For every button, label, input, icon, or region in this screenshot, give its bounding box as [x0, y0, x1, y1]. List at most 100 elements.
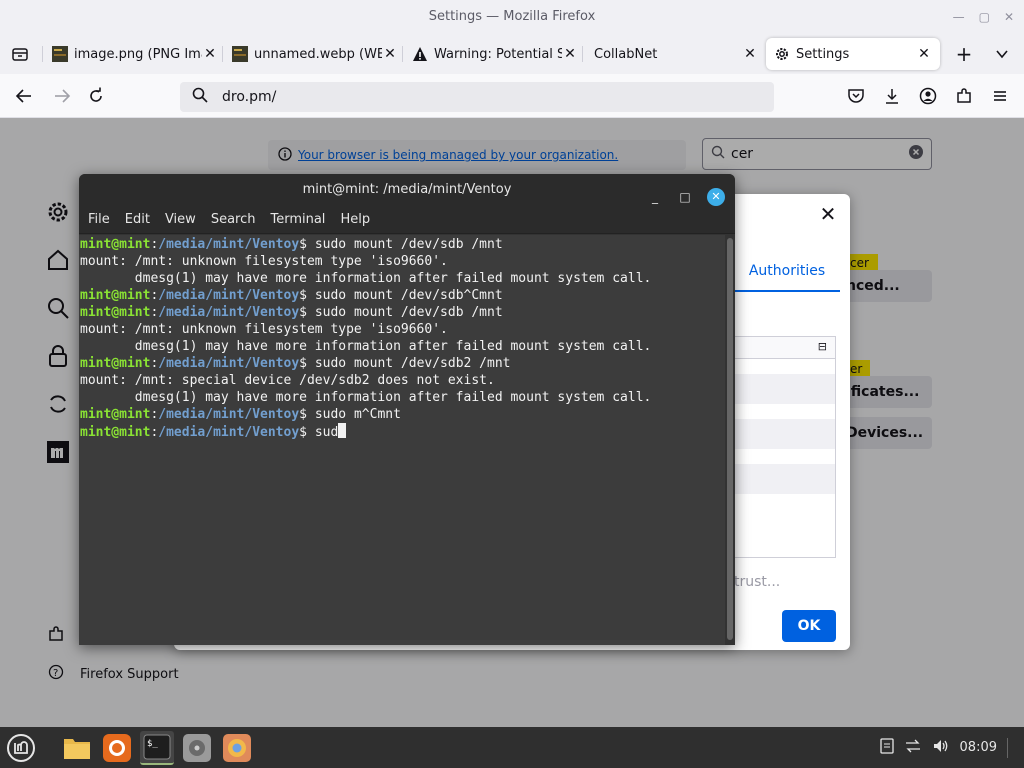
- ok-button[interactable]: OK: [782, 610, 836, 642]
- menu-view[interactable]: View: [165, 212, 196, 227]
- terminal-line: mint@mint:/media/mint/Ventoy$ sudo mount…: [80, 356, 511, 371]
- table-row[interactable]: [734, 374, 835, 404]
- firefox-icon[interactable]: [100, 731, 134, 765]
- menu-help[interactable]: Help: [340, 212, 370, 227]
- gear-icon: [774, 46, 790, 62]
- terminal-titlebar[interactable]: mint@mint: /media/mint/Ventoy _ □ ✕: [79, 174, 735, 206]
- certificate-tree[interactable]: ⊟: [734, 336, 836, 558]
- terminal-line: dmesg(1) may have more information after…: [80, 389, 724, 406]
- warning-icon: [412, 46, 428, 62]
- tab-label: Warning: Potential S: [434, 46, 562, 62]
- back-icon[interactable]: [12, 84, 36, 108]
- output-text: mount: /mnt: special device /dev/sdb2 do…: [80, 373, 495, 388]
- close-icon[interactable]: ✕: [916, 46, 932, 62]
- menu-icon[interactable]: [988, 84, 1012, 108]
- prompt-user: mint@mint: [80, 356, 151, 371]
- command-text: sud: [307, 425, 339, 440]
- account-icon[interactable]: [916, 84, 940, 108]
- chevron-down-icon[interactable]: [990, 42, 1014, 66]
- tab-label: image.png (PNG Ima: [74, 46, 202, 62]
- new-tab-icon[interactable]: +: [952, 42, 976, 66]
- command-text: sudo mount /dev/sdb2 /mnt: [307, 356, 511, 371]
- maximize-icon[interactable]: □: [677, 181, 693, 213]
- prompt-user: mint@mint: [80, 305, 151, 320]
- url-bar[interactable]: dro.pm/: [180, 82, 774, 112]
- output-text: dmesg(1) may have more information after…: [80, 339, 652, 354]
- command-text: sudo mount /dev/sdb /mnt: [307, 305, 503, 320]
- prompt-path: /media/mint/Ventoy: [158, 425, 300, 440]
- terminal-line: mint@mint:/media/mint/Ventoy$ sudo mount…: [80, 288, 503, 303]
- terminal-line: mint@mint:/media/mint/Ventoy$ sudo m^Cmn…: [80, 407, 401, 422]
- prompt-path: /media/mint/Ventoy: [158, 305, 300, 320]
- volume-icon[interactable]: [932, 738, 950, 758]
- table-row[interactable]: [734, 464, 835, 494]
- tab-unnamed-webp[interactable]: unnamed.webp (WE ✕: [232, 38, 398, 70]
- terminal-line: mint@mint:/media/mint/Ventoy$ sudo mount…: [80, 237, 503, 252]
- window-title: Settings — Mozilla Firefox: [0, 0, 1024, 34]
- menu-terminal[interactable]: Terminal: [270, 212, 325, 227]
- reload-icon[interactable]: [84, 84, 108, 108]
- close-icon[interactable]: ✕: [1004, 10, 1014, 24]
- close-icon[interactable]: ✕: [382, 46, 398, 62]
- terminal-window: mint@mint: /media/mint/Ventoy _ □ ✕ File…: [79, 174, 735, 645]
- menu-edit[interactable]: Edit: [125, 212, 150, 227]
- terminal-title: mint@mint: /media/mint/Ventoy: [302, 182, 512, 197]
- notes-icon[interactable]: [879, 737, 894, 758]
- pocket-icon[interactable]: [844, 84, 868, 108]
- tab-warning[interactable]: Warning: Potential S ✕: [412, 38, 578, 70]
- svg-text:$_: $_: [147, 739, 158, 749]
- close-icon[interactable]: ✕: [707, 188, 725, 206]
- tab-label: unnamed.webp (WE: [254, 46, 382, 62]
- files-icon[interactable]: [60, 731, 94, 765]
- mint-menu-icon[interactable]: [4, 731, 38, 765]
- chromium-icon[interactable]: [220, 731, 254, 765]
- tab-overview-icon[interactable]: [8, 42, 32, 66]
- extensions-icon[interactable]: [952, 84, 976, 108]
- disks-icon[interactable]: [180, 731, 214, 765]
- edit-trust-button[interactable]: trust...: [734, 574, 780, 590]
- terminal-line: dmesg(1) may have more information after…: [80, 338, 724, 355]
- command-text: sudo m^Cmnt: [307, 407, 401, 422]
- minimize-icon[interactable]: —: [953, 10, 965, 24]
- close-icon[interactable]: ✕: [742, 46, 758, 62]
- prompt-path: /media/mint/Ventoy: [158, 356, 300, 371]
- menu-search[interactable]: Search: [211, 212, 256, 227]
- table-row[interactable]: [734, 419, 835, 449]
- image-icon: [232, 46, 248, 62]
- terminal-output[interactable]: mint@mint:/media/mint/Ventoy$ sudo mount…: [79, 235, 725, 645]
- tab-label: CollabNet: [594, 46, 658, 62]
- close-icon[interactable]: ✕: [562, 46, 578, 62]
- show-desktop[interactable]: [1007, 737, 1008, 758]
- network-icon[interactable]: [904, 738, 922, 758]
- column-picker-icon[interactable]: ⊟: [818, 340, 827, 353]
- terminal-line: mount: /mnt: unknown filesystem type 'is…: [80, 253, 724, 270]
- output-text: mount: /mnt: unknown filesystem type 'is…: [80, 254, 448, 269]
- terminal-line: mint@mint:/media/mint/Ventoy$ sudo mount…: [80, 305, 503, 320]
- prompt-user: mint@mint: [80, 407, 151, 422]
- tab-authorities[interactable]: Authorities: [734, 256, 840, 292]
- scrollbar[interactable]: [727, 238, 733, 640]
- maximize-icon[interactable]: ▢: [979, 10, 990, 24]
- prompt-path: /media/mint/Ventoy: [158, 407, 300, 422]
- prompt-user: mint@mint: [80, 425, 151, 440]
- tab-label: Settings: [796, 46, 850, 62]
- prompt-path: /media/mint/Ventoy: [158, 288, 300, 303]
- terminal-line: mount: /mnt: special device /dev/sdb2 do…: [80, 372, 724, 389]
- tab-collabnet[interactable]: CollabNet ✕: [594, 38, 758, 70]
- menu-file[interactable]: File: [88, 212, 110, 227]
- output-text: dmesg(1) may have more information after…: [80, 390, 652, 405]
- tab-settings[interactable]: Settings ✕: [766, 38, 940, 70]
- downloads-icon[interactable]: [880, 84, 904, 108]
- prompt-user: mint@mint: [80, 288, 151, 303]
- close-icon[interactable]: ✕: [202, 46, 218, 62]
- terminal-line: mint@mint:/media/mint/Ventoy$ sud: [80, 423, 724, 441]
- command-text: sudo mount /dev/sdb /mnt: [307, 237, 503, 252]
- close-icon[interactable]: ✕: [818, 204, 838, 224]
- minimize-icon[interactable]: _: [647, 181, 663, 213]
- tab-image-png[interactable]: image.png (PNG Ima ✕: [52, 38, 218, 70]
- terminal-icon[interactable]: $_: [140, 731, 174, 765]
- command-text: sudo mount /dev/sdb^Cmnt: [307, 288, 503, 303]
- clock[interactable]: 08:09: [960, 740, 997, 755]
- prompt-path: /media/mint/Ventoy: [158, 237, 300, 252]
- forward-icon[interactable]: [50, 84, 74, 108]
